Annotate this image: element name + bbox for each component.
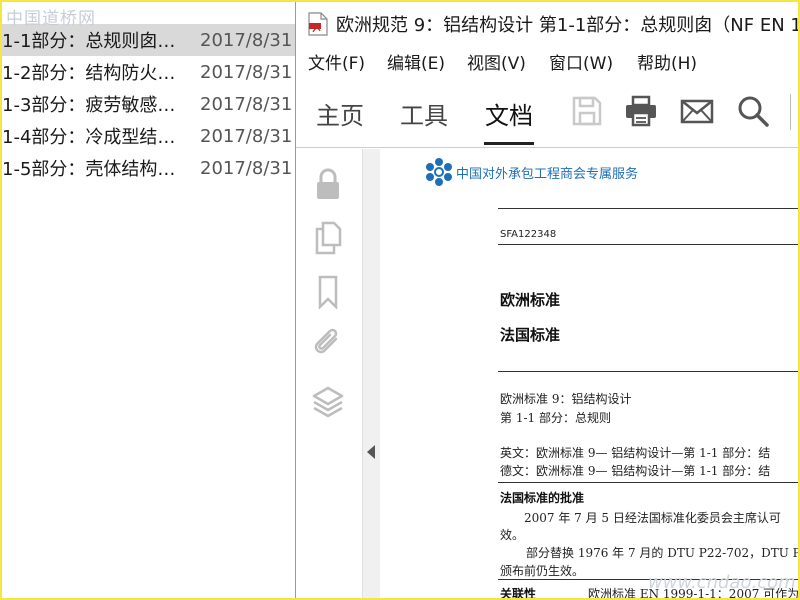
toolbar: 主页 工具 文档 — [296, 76, 798, 148]
active-tab-indicator — [484, 142, 534, 145]
file-list: 中国道桥网 1-1部分：总规则囱… 2017/8/31 1-2部分：结构防火… … — [2, 2, 295, 598]
file-row[interactable]: 1-2部分：结构防火… 2017/8/31 — [2, 56, 295, 88]
rule-line — [498, 482, 798, 483]
bookmark-icon[interactable] — [312, 275, 344, 309]
heading-french-standard: 法国标准 — [500, 326, 561, 344]
rule-line — [498, 208, 798, 209]
file-date: 2017/8/31 — [200, 125, 293, 147]
collapse-arrow-icon[interactable] — [367, 445, 375, 459]
toolbar-separator — [790, 94, 791, 130]
file-row[interactable]: 1-5部分：壳体结构… 2017/8/31 — [2, 152, 295, 184]
file-name: 1-5部分：壳体结构… — [2, 159, 176, 180]
logo-caption: 中国对外承包工程商会专属服务 — [456, 167, 639, 182]
menu-window[interactable]: 窗口(W) — [549, 49, 613, 74]
file-date: 2017/8/31 — [200, 61, 293, 83]
file-name: 1-4部分：冷成型结… — [2, 127, 176, 148]
layers-icon[interactable] — [312, 385, 344, 419]
watermark-url: www.cndao.com — [648, 572, 796, 593]
window-title: 欧洲规范 9：铝结构设计 第1-1部分：总规则囱（NF EN 1 — [336, 15, 800, 36]
doc-translation-line: 德文：欧洲标准 9— 铝结构设计—第 1-1 部分：结 — [500, 464, 771, 478]
file-name: 1-1部分：总规则囱… — [2, 31, 176, 52]
approval-text: 2007 年 7 月 5 日经法国标准化委员会主席认可 — [524, 511, 781, 525]
document-page: 中国对外承包工程商会专属服务 SFA122348 欧洲标准 法国标准 欧洲标准 … — [380, 149, 798, 598]
menu-view[interactable]: 视图(V) — [467, 49, 526, 74]
watermark-logo: 中国道桥网 — [6, 9, 96, 29]
navigation-pane — [296, 149, 366, 598]
menu-help[interactable]: 帮助(H) — [637, 49, 697, 74]
menu-edit[interactable]: 编辑(E) — [387, 49, 445, 74]
approval-text: 颁布前仍生效。 — [500, 564, 585, 578]
menu-bar: 文件(F) 编辑(E) 视图(V) 窗口(W) 帮助(H) — [296, 44, 798, 76]
doc-title-line: 欧洲标准 9：铝结构设计 — [500, 392, 632, 406]
heading-european-standard: 欧洲标准 — [500, 291, 561, 309]
doc-title-line: 第 1-1 部分：总规则 — [500, 411, 611, 425]
attachment-icon[interactable] — [312, 327, 344, 361]
search-icon[interactable] — [736, 94, 770, 128]
file-row[interactable]: 1-4部分：冷成型结… 2017/8/31 — [2, 120, 295, 152]
title-bar: 欧洲规范 9：铝结构设计 第1-1部分：总规则囱（NF EN 1 — [296, 2, 800, 44]
tab-tools[interactable]: 工具 — [400, 96, 448, 131]
approval-heading: 法国标准的批准 — [500, 491, 585, 505]
approval-text: 效。 — [500, 528, 525, 542]
mail-icon[interactable] — [680, 94, 714, 128]
pdf-file-icon — [308, 12, 328, 36]
file-row[interactable]: 1-3部分：疲劳敏感… 2017/8/31 — [2, 88, 295, 120]
copy-pages-icon[interactable] — [312, 221, 344, 255]
tab-document[interactable]: 文档 — [485, 96, 533, 131]
print-icon[interactable] — [624, 94, 658, 128]
lock-icon[interactable] — [312, 167, 344, 201]
document-code: SFA122348 — [500, 229, 557, 240]
file-date: 2017/8/31 — [200, 157, 293, 179]
file-name: 1-2部分：结构防火… — [2, 63, 176, 84]
file-date: 2017/8/31 — [200, 29, 293, 51]
file-name: 1-3部分：疲劳敏感… — [2, 95, 176, 116]
tab-home[interactable]: 主页 — [316, 96, 364, 131]
file-date: 2017/8/31 — [200, 93, 293, 115]
collapse-pane-strip[interactable] — [362, 149, 380, 598]
association-logo-icon — [426, 158, 452, 186]
rule-line — [498, 244, 798, 245]
approval-text: 部分替换 1976 年 7 月的 DTU P22-702，DTU P2 — [526, 546, 798, 560]
relevance-label: 关联性 — [500, 587, 537, 598]
doc-translation-line: 英文：欧洲标准 9— 铝结构设计—第 1-1 部分：结 — [500, 446, 771, 460]
save-icon[interactable] — [570, 94, 604, 128]
rule-line — [498, 371, 798, 372]
menu-file[interactable]: 文件(F) — [308, 49, 365, 74]
